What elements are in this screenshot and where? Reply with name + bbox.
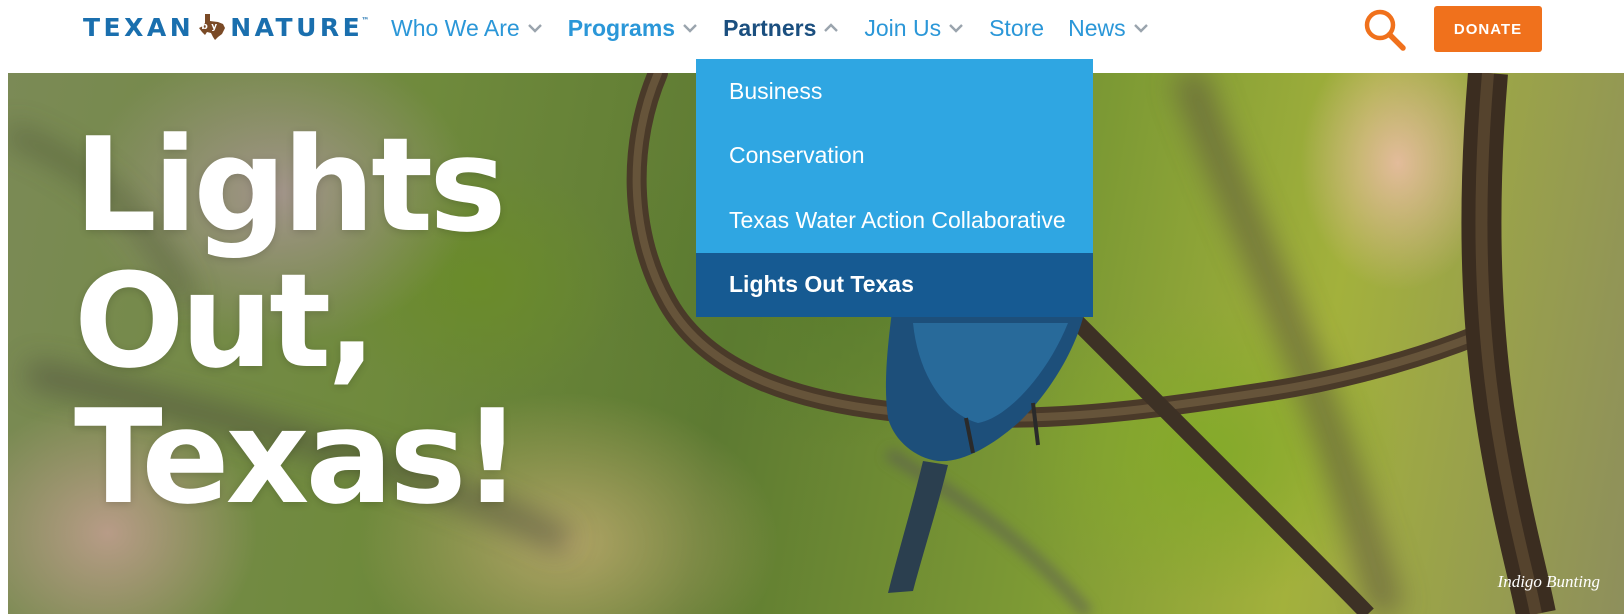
nav-label: Store [989,14,1045,41]
menu-item-conservation[interactable]: Conservation [696,124,1093,189]
nav-label: Who We Are [391,14,520,41]
search-icon [1364,9,1406,51]
partners-dropdown-menu: Business Conservation Texas Water Action… [696,59,1093,317]
menu-item-business[interactable]: Business [696,59,1093,124]
chevron-down-icon [1132,21,1150,35]
hero-title-line: Out, [74,245,377,397]
site-logo[interactable]: TEXAN by NATURE ™ [83,10,369,44]
nav-store[interactable]: Store [989,15,1044,42]
menu-item-texas-water-action-collaborative[interactable]: Texas Water Action Collaborative [696,188,1093,253]
chevron-down-icon [947,21,965,35]
nav-join-us[interactable]: Join Us [864,15,965,42]
logo-word-right: NATURE [230,12,364,42]
donate-button[interactable]: DONATE [1434,6,1542,52]
nav-who-we-are[interactable]: Who We Are [391,15,544,42]
photo-caption: Indigo Bunting [1497,572,1600,591]
trademark-symbol: ™ [361,15,370,25]
chevron-down-icon [681,21,699,35]
menu-item-lights-out-texas[interactable]: Lights Out Texas [696,252,1093,317]
hero-title-line: Texas! [74,381,522,533]
nav-label: Programs [567,14,676,41]
nav-label: News [1068,14,1126,41]
nav-news[interactable]: News [1068,15,1150,42]
texas-by-seal-icon: by [196,13,226,41]
logo-word-left: TEXAN [83,12,195,42]
chevron-down-icon [526,21,544,35]
search-button[interactable] [1362,7,1408,53]
hero-title: Lights Out, Texas! [74,109,522,533]
nav-label: Partners [723,14,817,41]
nav-programs[interactable]: Programs [568,15,699,42]
logo-mark-text: by [202,22,221,32]
nav-partners[interactable]: Partners [723,15,840,42]
bird [885,303,1086,593]
chevron-up-icon [822,21,840,35]
nav-label: Join Us [864,14,942,41]
hero-title-line: Lights [74,109,507,261]
main-nav: Who We Are Programs Partners Join Us Sto… [391,12,1174,44]
